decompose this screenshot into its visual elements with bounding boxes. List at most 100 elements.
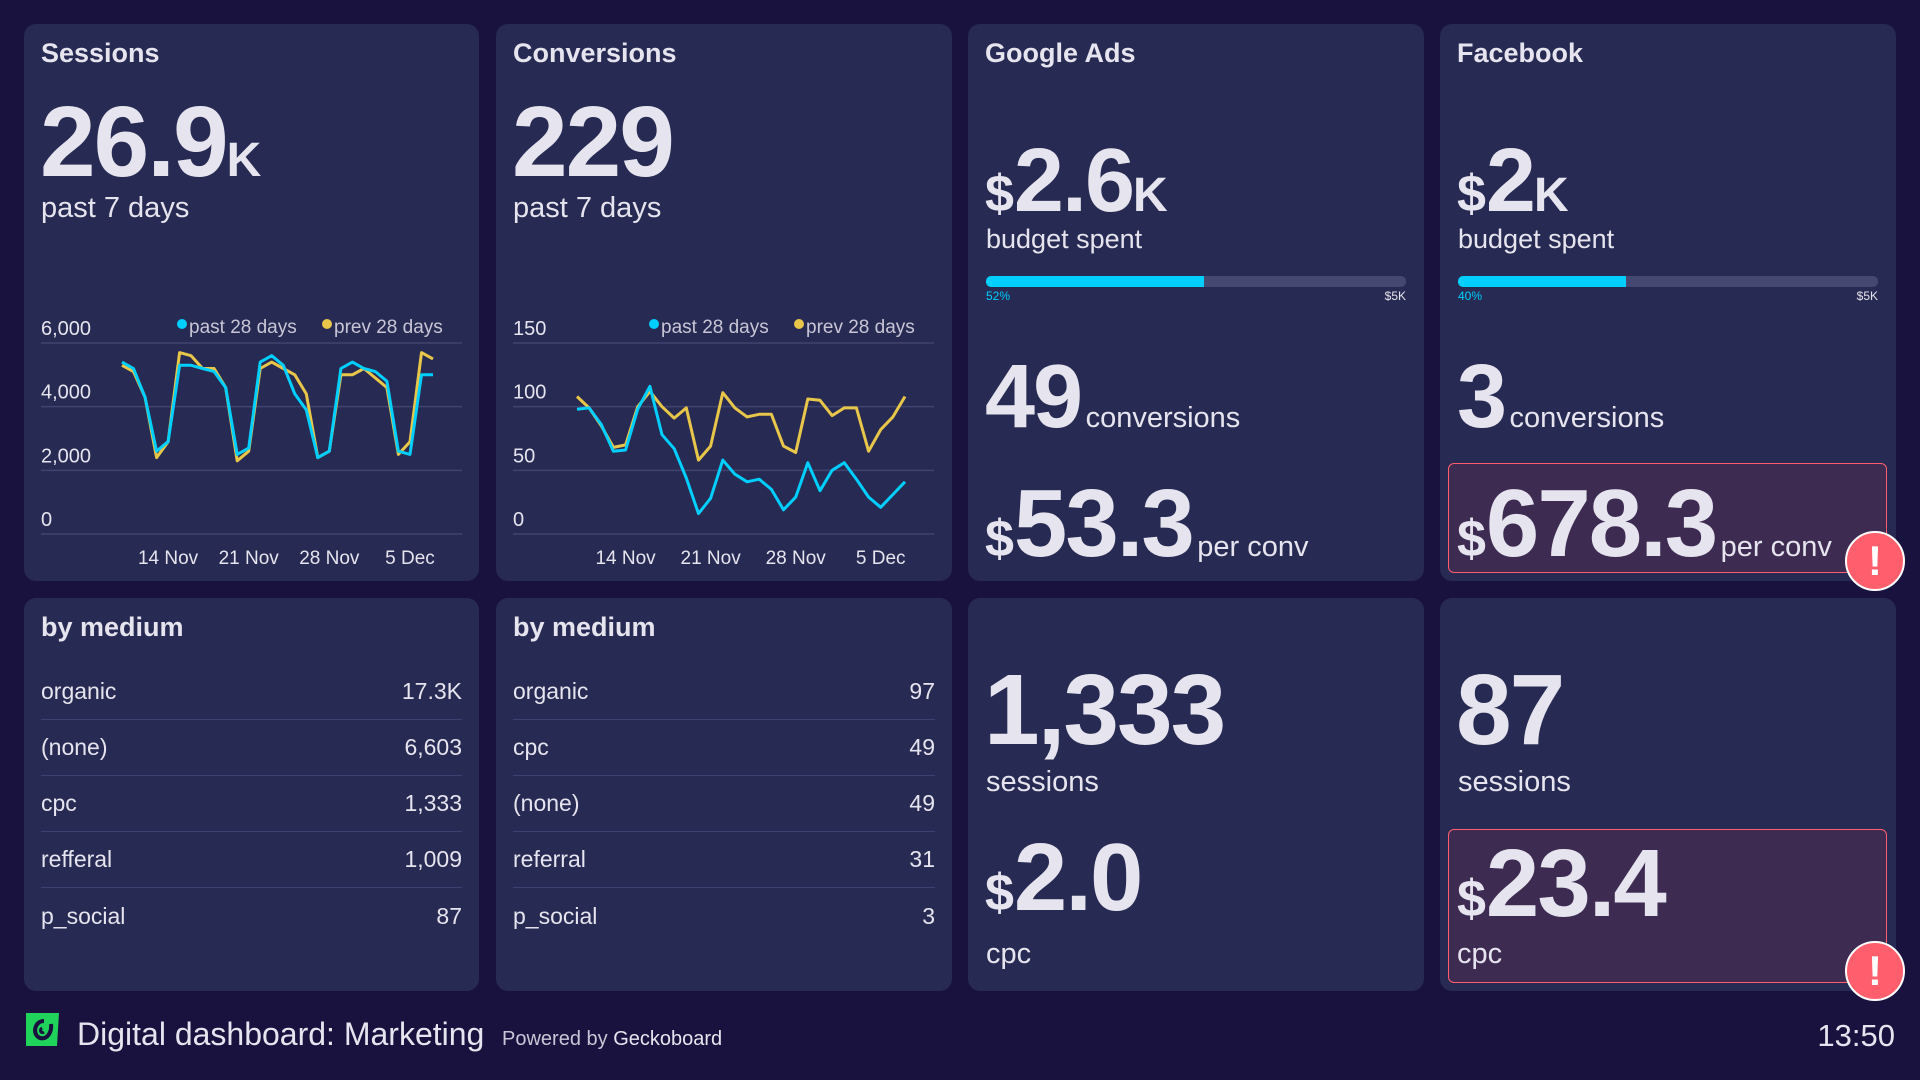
y-tick-label: 100: [513, 382, 546, 404]
sessions-chart: 6,000 4,000 2,000 0 14 Nov 21 Nov 28 Nov 5 Dec p…: [41, 317, 462, 569]
currency: $: [1457, 510, 1486, 568]
legend-label: past 28 days: [661, 317, 769, 338]
value-label: conversions: [1085, 402, 1241, 434]
value-label: per conv: [1197, 531, 1309, 563]
table-row: referral 31: [513, 832, 935, 888]
dashboard-title: Digital dashboard: Marketing: [77, 1016, 485, 1052]
sessions-value: 1,333: [984, 654, 1226, 766]
medium-label: p_social: [513, 902, 598, 929]
legend-marker: [649, 319, 659, 329]
facebook-panel: Facebook $2K budget spent 40% $5K 3 conv…: [1440, 24, 1905, 591]
panel-title: by medium: [513, 612, 656, 642]
google-ads-panel: Google Ads $2.6K budget spent 52% $5K 49…: [968, 24, 1424, 581]
cpc-alert: $23.4 cpc: [1448, 829, 1887, 983]
value-number: 678.3: [1485, 470, 1718, 573]
currency: $: [985, 864, 1014, 922]
exclamation-icon[interactable]: !: [1845, 941, 1905, 1001]
budget-label: budget spent: [1458, 224, 1615, 254]
medium-value: 1,009: [404, 846, 462, 872]
table-row: cpc 1,333: [41, 776, 462, 832]
x-tick-label: 21 Nov: [219, 548, 280, 569]
medium-value: 17.3K: [401, 678, 462, 704]
table-row: cpc 49: [513, 720, 935, 776]
panel-title: Google Ads: [985, 38, 1136, 68]
medium-label: p_social: [41, 902, 126, 929]
y-tick-label: 6,000: [41, 318, 91, 340]
medium-label: (none): [513, 790, 580, 816]
medium-value: 1,333: [404, 790, 462, 816]
budget-progress-bar: [1458, 276, 1878, 287]
value-unit: K: [1133, 169, 1168, 222]
value-label: per conv: [1720, 531, 1832, 563]
sessions-by-medium-panel: by medium organic 17.3K (none) 6,603 cpc 1,33…: [24, 598, 479, 991]
value-label: conversions: [1509, 402, 1665, 434]
progress-fill: [1458, 276, 1626, 287]
google-ads-sessions-panel: 1,333 sessions $2.0 cpc: [968, 598, 1424, 991]
budget-spent-value: $2K: [1457, 136, 1569, 226]
y-tick-label: 2,000: [41, 445, 91, 467]
value-number: 49: [985, 347, 1083, 447]
x-tick-label: 21 Nov: [681, 548, 742, 569]
cpc-value: $23.4: [1457, 836, 1667, 932]
medium-label: cpc: [41, 790, 77, 816]
conversions-count: 49 conversions: [985, 352, 1240, 442]
cpc-value: $2.0: [985, 830, 1143, 926]
exclamation-icon[interactable]: !: [1845, 531, 1905, 591]
series-line-past-28-days: [576, 384, 907, 516]
budget-spent-value: $2.6K: [985, 136, 1168, 226]
cost-per-conversion: $678.3 per conv: [1457, 476, 1832, 572]
x-tick-label: 14 Nov: [138, 548, 199, 569]
table-row: refferal 1,009: [41, 832, 462, 888]
medium-value: 3: [922, 902, 935, 929]
y-tick-label: 50: [513, 445, 535, 467]
progress-target: $5K: [1856, 289, 1878, 303]
clock-time: 13:50: [1817, 1018, 1895, 1053]
cpc-label: cpc: [986, 938, 1032, 970]
currency: $: [1457, 870, 1486, 928]
table-row: organic 17.3K: [41, 664, 462, 720]
legend-label: past 28 days: [189, 317, 297, 338]
x-tick-label: 28 Nov: [299, 548, 360, 569]
legend-label: prev 28 days: [806, 317, 915, 338]
conversions-chart: 150 100 50 0 14 Nov 21 Nov 28 Nov 5 Dec past 28 …: [513, 317, 934, 569]
medium-value: 49: [909, 734, 935, 760]
powered-brand: Geckoboard: [613, 1028, 723, 1050]
value-number: 2.6: [1013, 131, 1135, 231]
medium-label: organic: [513, 678, 589, 704]
medium-value: 49: [909, 790, 935, 816]
value-number: 3: [1457, 347, 1507, 447]
medium-value: 6,603: [404, 734, 462, 760]
progress-percent: 52%: [986, 289, 1011, 303]
currency: $: [985, 165, 1014, 223]
legend-label: prev 28 days: [334, 317, 443, 338]
progress-target: $5K: [1384, 289, 1406, 303]
table-row: organic 97: [513, 664, 935, 720]
y-tick-label: 150: [513, 318, 546, 340]
facebook-sessions-panel: 87 sessions $23.4 cpc !: [1440, 598, 1905, 1001]
y-tick-label: 0: [513, 509, 524, 531]
value-number: 2: [1485, 131, 1536, 231]
sessions-panel: Sessions 26.9K past 7 days 6,000 4,000 2,0…: [24, 24, 479, 581]
table-row: (none) 6,603: [41, 720, 462, 776]
x-tick-label: 5 Dec: [385, 548, 435, 569]
conversions-by-medium-panel: by medium organic 97 cpc 49 (none) 49 referral…: [496, 598, 952, 991]
currency: $: [1457, 165, 1486, 223]
medium-label: cpc: [513, 734, 549, 760]
progress-percent: 40%: [1458, 289, 1483, 303]
value-unit: K: [1533, 169, 1569, 222]
x-tick-label: 5 Dec: [856, 548, 906, 569]
medium-value: 31: [909, 846, 935, 872]
panel-title: Facebook: [1457, 38, 1584, 68]
budget-progress-bar: [986, 276, 1406, 287]
currency: $: [985, 510, 1014, 568]
legend-marker: [177, 319, 187, 329]
budget-label: budget spent: [986, 224, 1143, 254]
geckoboard-logo-icon: [26, 1013, 59, 1046]
powered-by[interactable]: Powered by Geckoboard: [502, 1028, 722, 1051]
sessions-label: sessions: [1458, 766, 1571, 798]
value-number: 2.0: [1013, 824, 1143, 931]
cost-per-conversion: $53.3 per conv: [985, 476, 1308, 572]
conversions-count: 3 conversions: [1457, 352, 1664, 442]
x-tick-label: 14 Nov: [595, 548, 656, 569]
cpc-label: cpc: [1457, 938, 1503, 970]
